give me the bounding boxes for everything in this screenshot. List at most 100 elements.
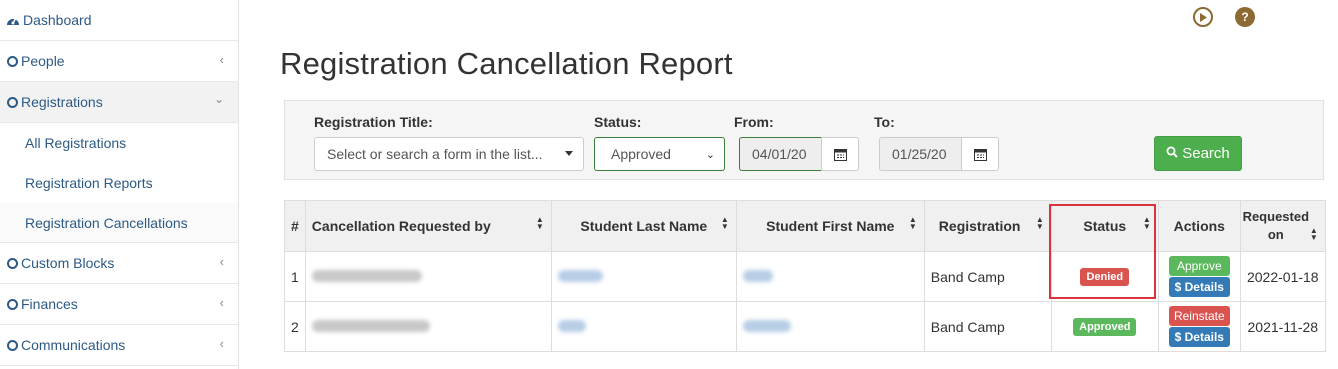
redacted-link[interactable] — [557, 269, 603, 282]
registration-cell: Band Camp — [923, 301, 1052, 352]
redacted-text — [311, 319, 430, 332]
actions-cell: Reinstate $ Details — [1157, 301, 1241, 352]
calendar-icon[interactable] — [961, 137, 999, 171]
column-header-label: Cancellation Requested by — [311, 218, 491, 234]
registration-cell: Band Camp — [923, 251, 1052, 302]
chevron-left-icon: ‹ — [219, 336, 224, 351]
row-number: 2 — [284, 301, 306, 352]
search-button-label: Search — [1182, 145, 1230, 162]
chevron-left-icon: ‹ — [219, 254, 224, 269]
approve-button[interactable]: Approve — [1168, 256, 1230, 276]
status-badge: Denied — [1080, 268, 1130, 286]
column-header-label: Actions — [1173, 218, 1225, 234]
sidebar-item-label: People — [21, 53, 65, 69]
last-name-cell — [550, 301, 737, 352]
details-button[interactable]: $ Details — [1168, 327, 1230, 347]
sidebar-item-custom-blocks[interactable]: Custom Blocks ‹ — [0, 243, 238, 284]
row-number: 1 — [284, 251, 306, 302]
search-button[interactable]: Search — [1154, 136, 1242, 171]
help-icon[interactable]: ? — [1235, 7, 1255, 27]
sidebar-subitem-all-registrations[interactable]: All Registrations — [0, 123, 238, 163]
column-header-last-name[interactable]: Student Last Name ▲ ▼ — [550, 200, 737, 252]
sidebar-item-people[interactable]: People ‹ — [0, 41, 238, 82]
sidebar: Dashboard People ‹ Registrations ⌄ All R… — [0, 0, 239, 369]
redacted-link[interactable] — [742, 269, 773, 282]
sidebar-item-label: Custom Blocks — [21, 255, 115, 271]
from-date-field[interactable]: 04/01/20 — [739, 137, 859, 171]
status-label: Status: — [594, 114, 642, 130]
requested-on-cell: 2022-01-18 — [1239, 251, 1326, 302]
sidebar-subitem-registration-cancellations[interactable]: Registration Cancellations — [0, 203, 238, 243]
redacted-text — [311, 269, 422, 282]
top-icons: ? — [1193, 7, 1255, 27]
sidebar-item-communications[interactable]: Communications ‹ — [0, 325, 238, 366]
registration-title-select[interactable]: Select or search a form in the list... — [314, 137, 584, 171]
requested-by-cell — [304, 301, 552, 352]
details-button[interactable]: $ Details — [1168, 277, 1230, 297]
status-select[interactable]: Approved ⌄ — [594, 137, 725, 171]
sidebar-item-label: Finances — [21, 296, 78, 312]
table-row: 2 Band Camp Approved Reinstate $ Details… — [284, 301, 1326, 352]
sidebar-item-label: Dashboard — [23, 12, 92, 28]
search-icon — [1166, 145, 1178, 162]
column-header-label: Registration — [938, 218, 1021, 234]
column-header-requested-by[interactable]: Cancellation Requested by ▲ ▼ — [304, 200, 552, 252]
sidebar-subitem-label: Registration Reports — [25, 175, 153, 191]
circle-icon — [7, 257, 18, 269]
chevron-left-icon: ‹ — [219, 52, 224, 67]
sidebar-subitem-registration-reports[interactable]: Registration Reports — [0, 163, 238, 203]
sidebar-item-registrations[interactable]: Registrations ⌄ — [0, 82, 238, 123]
sidebar-subitem-label: Registration Cancellations — [25, 214, 188, 231]
sort-icon[interactable]: ▲ ▼ — [1143, 216, 1151, 231]
chevron-left-icon: ‹ — [219, 295, 224, 310]
sort-icon[interactable]: ▲ ▼ — [1036, 216, 1044, 231]
column-header-label: Student Last Name — [580, 218, 708, 234]
caret-down-icon — [565, 151, 573, 156]
from-label: From: — [734, 114, 774, 130]
column-header-number: # — [284, 200, 306, 252]
sort-icon[interactable]: ▲ ▼ — [536, 216, 544, 231]
column-header-registration[interactable]: Registration ▲ ▼ — [923, 200, 1052, 252]
circle-icon — [7, 298, 18, 310]
column-header-status[interactable]: Status ▲ ▼ — [1050, 200, 1159, 252]
status-cell: Denied — [1050, 251, 1159, 302]
column-header-requested-on[interactable]: Requested on ▲ ▼ — [1239, 200, 1326, 252]
reinstate-button[interactable]: Reinstate — [1168, 306, 1230, 326]
status-select-value: Approved — [611, 146, 671, 162]
column-header-first-name[interactable]: Student First Name ▲ ▼ — [735, 200, 925, 252]
registration-title-label: Registration Title: — [314, 114, 433, 130]
chevron-down-icon: ⌄ — [213, 92, 224, 106]
requested-by-cell — [304, 251, 552, 302]
column-header-actions: Actions — [1157, 200, 1241, 252]
first-name-cell — [735, 301, 925, 352]
play-icon[interactable] — [1193, 7, 1213, 27]
circle-icon — [7, 96, 18, 108]
to-date-field[interactable]: 01/25/20 — [879, 137, 999, 171]
sidebar-subitem-label: All Registrations — [25, 135, 127, 151]
status-cell: Approved — [1050, 301, 1159, 352]
status-badge: Approved — [1073, 318, 1137, 336]
sidebar-item-finances[interactable]: Finances ‹ — [0, 284, 238, 325]
table-header-row: # Cancellation Requested by ▲ ▼ Student L… — [284, 200, 1326, 252]
from-date-input[interactable]: 04/01/20 — [739, 137, 821, 171]
to-label: To: — [874, 114, 895, 130]
column-header-label: Status — [1083, 218, 1127, 234]
sidebar-item-label: Registrations — [21, 94, 103, 110]
sort-icon[interactable]: ▲ ▼ — [1310, 227, 1318, 242]
sidebar-item-label: Communications — [21, 337, 126, 353]
sort-icon[interactable]: ▲ ▼ — [909, 216, 917, 231]
table-row: 1 Band Camp Denied Approve $ Details 202… — [284, 251, 1326, 302]
last-name-cell — [550, 251, 737, 302]
circle-icon — [7, 339, 18, 351]
actions-cell: Approve $ Details — [1157, 251, 1241, 302]
column-header-label: # — [291, 218, 299, 234]
dashboard-icon — [6, 13, 20, 27]
registration-title-placeholder: Select or search a form in the list... — [327, 146, 543, 162]
redacted-link[interactable] — [742, 319, 791, 332]
to-date-input[interactable]: 01/25/20 — [879, 137, 961, 171]
sort-icon[interactable]: ▲ ▼ — [721, 216, 729, 231]
sidebar-item-dashboard[interactable]: Dashboard — [0, 0, 238, 41]
redacted-link[interactable] — [557, 319, 586, 332]
calendar-icon[interactable] — [821, 137, 859, 171]
column-header-label: Requested on — [1242, 209, 1310, 242]
